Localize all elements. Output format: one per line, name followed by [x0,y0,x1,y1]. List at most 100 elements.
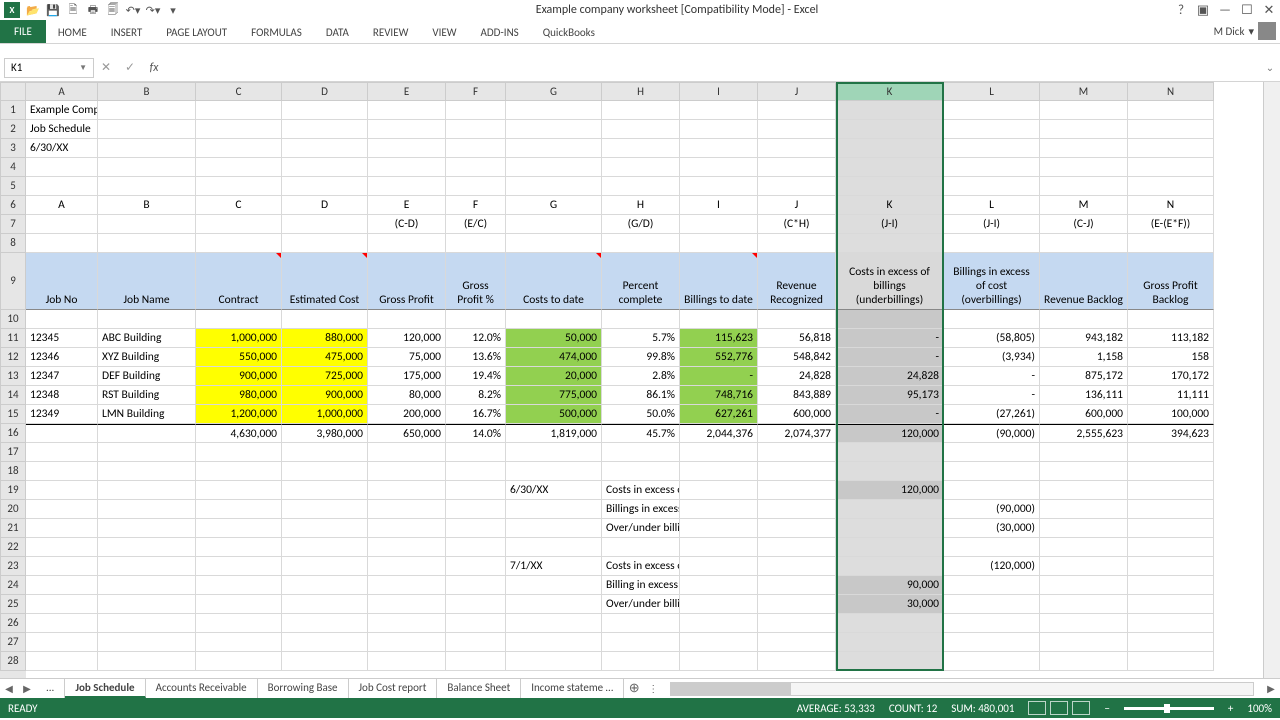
select-all-corner[interactable] [0,82,26,101]
row-header-28[interactable]: 28 [0,652,26,671]
col-header-N[interactable]: N [1128,82,1214,101]
enter-formula-icon[interactable]: ✓ [118,60,142,75]
chevron-down-icon[interactable]: ▼ [79,63,87,73]
col-header-B[interactable]: B [98,82,196,101]
sheet-tab[interactable]: Job Cost report [349,679,438,698]
row-header-23[interactable]: 23 [0,557,26,576]
scroll-right[interactable]: ▶ [1262,682,1280,695]
row-header-25[interactable]: 25 [0,595,26,614]
open-icon[interactable]: 📂 [26,3,40,17]
row-header-1[interactable]: 1 [0,101,26,120]
row-header-4[interactable]: 4 [0,158,26,177]
zoom-level[interactable]: 100% [1247,702,1272,715]
tab-formulas[interactable]: FORMULAS [239,22,314,43]
col-header-L[interactable]: L [944,82,1040,101]
col-header-K[interactable]: K [836,82,944,101]
tab-insert[interactable]: INSERT [99,22,155,43]
cancel-formula-icon[interactable]: ✕ [94,60,118,75]
page-break-view-icon[interactable] [1072,701,1090,715]
sheet-tab[interactable]: ... [36,679,65,698]
vertical-scrollbar[interactable] [1263,82,1280,678]
ribbon-display-icon[interactable]: ▣ [1196,3,1210,17]
row-header-10[interactable]: 10 [0,310,26,329]
col-header-A[interactable]: A [26,82,98,101]
name-box[interactable]: K1▼ [4,58,94,78]
col-header-C[interactable]: C [196,82,282,101]
sheet-split[interactable]: ⋮ [644,682,662,695]
col-header-I[interactable]: I [680,82,758,101]
user-account[interactable]: M Dick▾ [1214,22,1276,40]
row-header-14[interactable]: 14 [0,386,26,405]
quick-print-icon[interactable]: 🗐 [106,3,120,17]
row-header-3[interactable]: 3 [0,139,26,158]
tab-data[interactable]: DATA [314,22,361,43]
row-header-13[interactable]: 13 [0,367,26,386]
row-header-9[interactable]: 9 [0,253,26,310]
save-as-icon[interactable]: 🗎 [66,3,80,17]
tab-page-layout[interactable]: PAGE LAYOUT [154,22,239,43]
qat-customize-icon[interactable]: ▾ [166,3,180,17]
zoom-in-icon[interactable]: + [1228,702,1233,715]
row-header-26[interactable]: 26 [0,614,26,633]
row-header-15[interactable]: 15 [0,405,26,424]
sheet-tab[interactable]: Balance Sheet [437,679,521,698]
tab-review[interactable]: REVIEW [361,22,421,43]
col-header-H[interactable]: H [602,82,680,101]
minimize-icon[interactable]: — [1218,3,1232,17]
maximize-icon[interactable]: ☐ [1240,3,1254,17]
row-header-21[interactable]: 21 [0,519,26,538]
redo-icon[interactable]: ↷▾ [146,3,160,17]
horizontal-scrollbar[interactable] [670,682,1254,696]
print-preview-icon[interactable]: 🖶 [86,3,100,17]
sheet-nav-prev[interactable]: ◀ [0,682,18,695]
tab-addins[interactable]: ADD-INS [469,22,531,43]
fx-icon[interactable]: fx [142,61,166,75]
sheet-tab[interactable]: Income stateme … [521,679,624,698]
expand-formula-bar-icon[interactable]: ⌄ [1260,61,1280,74]
sheet-tab[interactable]: Accounts Receivable [146,679,258,698]
row-header-5[interactable]: 5 [0,177,26,196]
view-buttons[interactable] [1028,701,1090,715]
row-header-22[interactable]: 22 [0,538,26,557]
column-headers: ABCDEFGHIJKLMN [26,82,1263,101]
page-layout-view-icon[interactable] [1050,701,1068,715]
row-header-11[interactable]: 11 [0,329,26,348]
row-header-20[interactable]: 20 [0,500,26,519]
sheet-nav-next[interactable]: ▶ [18,682,36,695]
close-icon[interactable]: ✕ [1262,3,1276,17]
col-header-F[interactable]: F [446,82,506,101]
row-header-8[interactable]: 8 [0,234,26,253]
row-header-27[interactable]: 27 [0,633,26,652]
undo-icon[interactable]: ↶▾ [126,3,140,17]
add-sheet-button[interactable]: ⊕ [624,681,644,696]
chevron-down-icon: ▾ [1248,25,1254,38]
sheet-tab[interactable]: Borrowing Base [258,679,349,698]
row-header-19[interactable]: 19 [0,481,26,500]
row-header-2[interactable]: 2 [0,120,26,139]
tab-home[interactable]: HOME [46,22,99,43]
row-header-16[interactable]: 16 [0,424,26,443]
row-header-7[interactable]: 7 [0,215,26,234]
window-title: Example company worksheet [Compatibility… [180,3,1174,17]
tab-quickbooks[interactable]: QuickBooks [531,22,607,43]
col-header-G[interactable]: G [506,82,602,101]
sheet-tab[interactable]: Job Schedule [65,679,145,698]
row-header-17[interactable]: 17 [0,443,26,462]
save-icon[interactable]: 💾 [46,3,60,17]
col-header-D[interactable]: D [282,82,368,101]
zoom-out-icon[interactable]: − [1104,702,1109,715]
col-header-J[interactable]: J [758,82,836,101]
row-header-12[interactable]: 12 [0,348,26,367]
tab-view[interactable]: VIEW [420,22,468,43]
col-header-E[interactable]: E [368,82,446,101]
zoom-slider[interactable] [1124,707,1214,710]
row-header-18[interactable]: 18 [0,462,26,481]
cells-area[interactable]: Example CompanyJob Schedule6/30/XXABCDEF… [26,101,1263,671]
normal-view-icon[interactable] [1028,701,1046,715]
tab-file[interactable]: FILE [0,20,46,43]
col-header-M[interactable]: M [1040,82,1128,101]
row-header-6[interactable]: 6 [0,196,26,215]
help-icon[interactable]: ? [1174,3,1188,17]
row-header-24[interactable]: 24 [0,576,26,595]
formula-input[interactable] [166,58,1260,78]
